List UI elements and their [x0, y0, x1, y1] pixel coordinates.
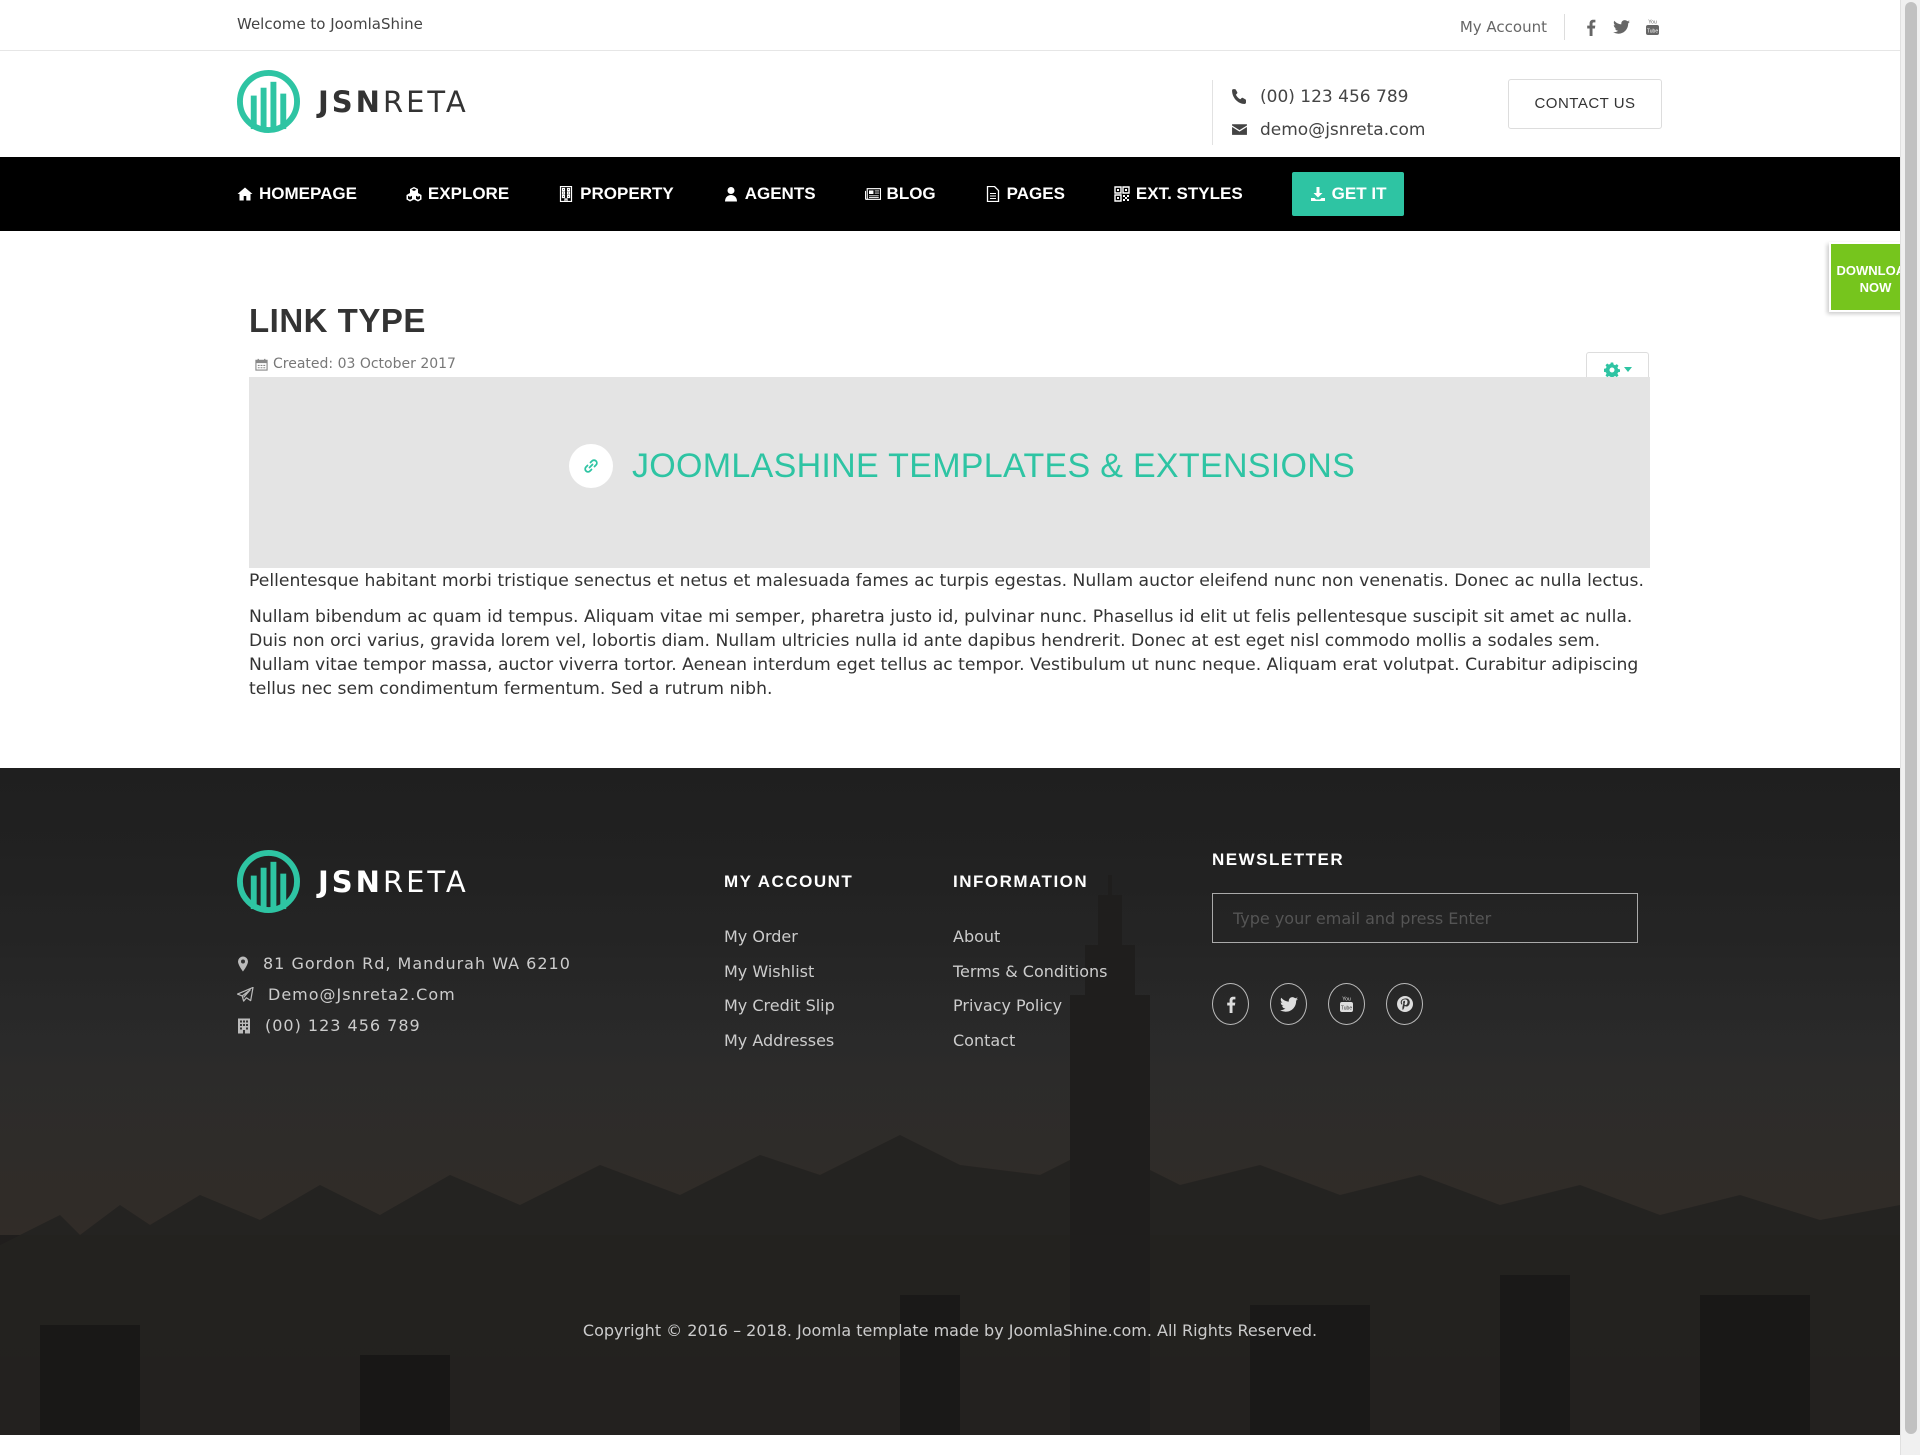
svg-text:Tube: Tube — [1341, 1006, 1352, 1012]
logo-text: JSNRETA — [318, 84, 469, 119]
top-bar-right: My Account You Tube — [1460, 14, 1661, 40]
footer-logo[interactable]: JSNRETA — [237, 850, 469, 913]
page-bottom-strip — [0, 1435, 1900, 1455]
facebook-icon[interactable] — [1212, 983, 1249, 1025]
link-text: JOOMLASHINE TEMPLATES & EXTENSIONS — [632, 446, 1356, 485]
nav-item-pages[interactable]: PAGES — [985, 184, 1065, 204]
copyright-text: Copyright © 2016 – 2018. Joomla template… — [582, 1321, 1318, 1340]
article-paragraph: Pellentesque habitant morbi tristique se… — [249, 571, 1644, 591]
home-icon — [237, 187, 253, 201]
header-phone: (00) 123 456 789 — [1231, 80, 1425, 113]
footer-social-icons: You Tube — [1212, 983, 1638, 1025]
logo-mark-icon — [237, 70, 300, 133]
footer-link-terms[interactable]: Terms & Conditions — [953, 962, 1107, 997]
youtube-icon[interactable]: You Tube — [1328, 983, 1365, 1025]
qrcode-icon — [1114, 186, 1130, 202]
article-meta: Created: 03 October 2017 — [255, 356, 456, 372]
svg-text:You: You — [1342, 997, 1351, 1003]
footer-contact-info: 81 Gordon Rd, Mandurah WA 6210 Demo@Jsnr… — [237, 948, 571, 1041]
vertical-scrollbar[interactable] — [1900, 0, 1920, 1455]
footer-link-my-credit-slip[interactable]: My Credit Slip — [724, 996, 853, 1031]
site-header: JSNRETA (00) 123 456 789 demo@jsnreta.co… — [0, 52, 1900, 157]
nav-item-blog[interactable]: BLOG — [864, 184, 936, 204]
logo-mark-icon — [237, 850, 300, 913]
svg-text:Tube: Tube — [1647, 29, 1658, 35]
footer-link-contact[interactable]: Contact — [953, 1031, 1107, 1066]
facebook-icon[interactable] — [1582, 17, 1599, 37]
footer-link-my-addresses[interactable]: My Addresses — [724, 1031, 853, 1066]
footer-email: Demo@Jsnreta2.Com — [237, 979, 571, 1010]
download-icon — [1310, 187, 1325, 201]
nav-item-homepage[interactable]: HOMEPAGE — [237, 184, 357, 204]
map-marker-icon — [238, 956, 248, 971]
main-navigation: HOMEPAGE EXPLORE PROPERTY AGENTS BLOG PA… — [0, 157, 1900, 231]
footer-link-privacy[interactable]: Privacy Policy — [953, 996, 1107, 1031]
footer-heading: NEWSLETTER — [1212, 850, 1345, 869]
footer-link-my-order[interactable]: My Order — [724, 927, 853, 962]
footer-information: INFORMATION About Terms & Conditions Pri… — [953, 872, 1107, 1065]
pinterest-icon[interactable] — [1386, 983, 1423, 1025]
footer-heading: MY ACCOUNT — [724, 872, 854, 891]
footer-address: 81 Gordon Rd, Mandurah WA 6210 — [237, 948, 571, 979]
footer-link-my-wishlist[interactable]: My Wishlist — [724, 962, 853, 997]
building-icon — [560, 186, 573, 202]
newspaper-icon — [864, 188, 881, 200]
twitter-icon[interactable] — [1270, 983, 1307, 1025]
paper-plane-icon — [237, 987, 254, 1002]
created-date: Created: 03 October 2017 — [273, 356, 456, 372]
scrollbar-thumb[interactable] — [1905, 2, 1917, 1434]
site-logo[interactable]: JSNRETA — [237, 70, 469, 133]
article-link-box: JOOMLASHINE TEMPLATES & EXTENSIONS — [249, 377, 1650, 568]
my-account-link[interactable]: My Account — [1460, 14, 1565, 40]
nav-item-explore[interactable]: EXPLORE — [406, 184, 509, 204]
footer-link-about[interactable]: About — [953, 927, 1107, 962]
newsletter-email-input[interactable] — [1212, 893, 1638, 943]
file-icon — [986, 186, 999, 202]
twitter-icon[interactable] — [1613, 17, 1630, 37]
contact-us-button[interactable]: CONTACT US — [1508, 79, 1662, 129]
footer-newsletter: NEWSLETTER You Tube — [1212, 850, 1638, 1025]
nav-item-agents[interactable]: AGENTS — [723, 184, 816, 204]
svg-text:You: You — [1648, 20, 1657, 26]
header-email: demo@jsnreta.com — [1231, 113, 1425, 146]
get-it-button[interactable]: GET IT — [1291, 172, 1405, 216]
phone-icon — [1232, 89, 1246, 104]
gear-icon — [1603, 362, 1620, 378]
link-icon — [569, 444, 613, 488]
caret-down-icon — [1623, 367, 1632, 372]
nav-item-ext-styles[interactable]: EXT. STYLES — [1114, 184, 1243, 204]
envelope-icon — [1232, 124, 1247, 135]
footer-phone: (00) 123 456 789 — [237, 1010, 571, 1041]
building-icon — [238, 1018, 250, 1033]
article-title: LINK TYPE — [249, 302, 426, 339]
article-paragraph: Nullam bibendum ac quam id tempus. Aliqu… — [249, 607, 1639, 699]
header-contact-info: (00) 123 456 789 demo@jsnreta.com — [1212, 80, 1425, 145]
top-social-icons: You Tube — [1582, 17, 1661, 37]
cubes-icon — [406, 187, 422, 202]
user-icon — [724, 187, 737, 202]
nav-item-property[interactable]: PROPERTY — [558, 184, 674, 204]
footer-heading: INFORMATION — [953, 872, 1089, 891]
top-bar: Welcome to JoomlaShine My Account You Tub… — [0, 0, 1900, 51]
youtube-icon[interactable]: You Tube — [1644, 17, 1661, 37]
calendar-icon — [255, 358, 268, 371]
article-body: Pellentesque habitant morbi tristique se… — [249, 569, 1654, 713]
article-external-link[interactable]: JOOMLASHINE TEMPLATES & EXTENSIONS — [569, 444, 1355, 488]
footer-logo-text: JSNRETA — [318, 864, 469, 899]
welcome-text: Welcome to JoomlaShine — [237, 15, 423, 33]
site-footer: JSNRETA 81 Gordon Rd, Mandurah WA 6210 D… — [0, 768, 1900, 1435]
footer-my-account: MY ACCOUNT My Order My Wishlist My Credi… — [724, 872, 853, 1065]
